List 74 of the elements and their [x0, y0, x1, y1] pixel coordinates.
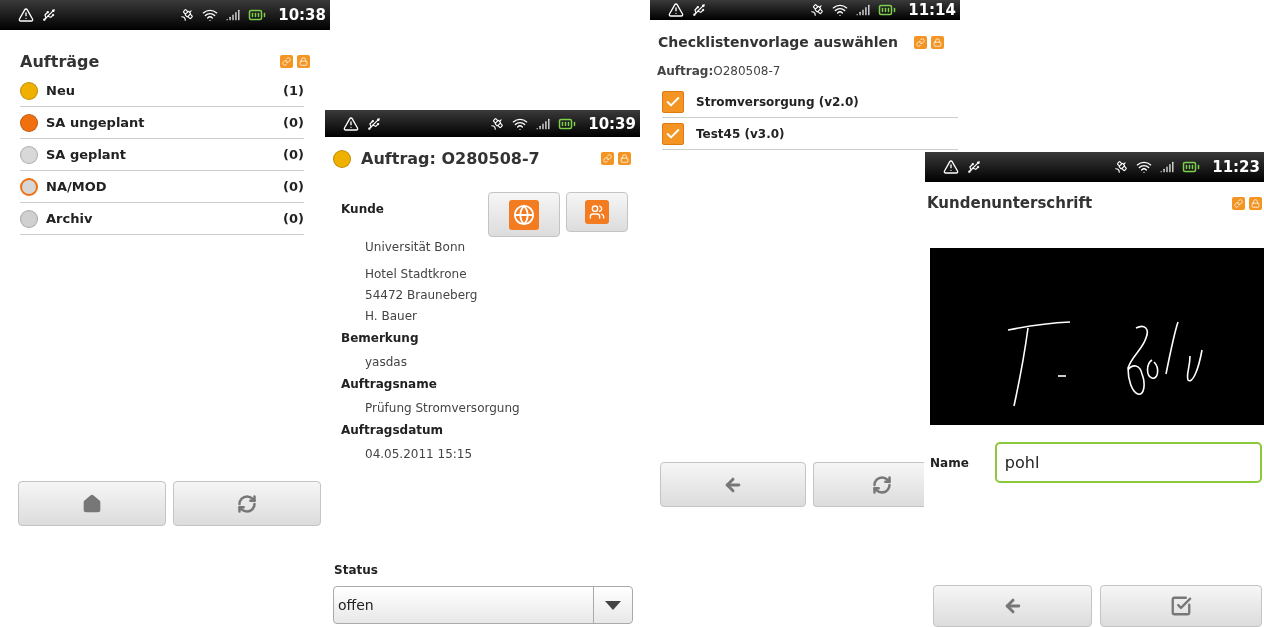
satellite-icon — [1114, 160, 1129, 174]
warning-icon — [18, 7, 34, 23]
checkbox[interactable] — [662, 90, 684, 113]
satellite-icon — [490, 116, 505, 131]
order-category-item[interactable]: Neu (1) — [20, 75, 304, 107]
usb-icon — [42, 8, 56, 22]
signal-icon — [1160, 160, 1175, 174]
order-category-item[interactable]: NA/MOD (0) — [20, 171, 304, 203]
field-value: H. Bauer — [365, 308, 418, 325]
lock-icon — [297, 55, 310, 68]
field-value: Universität Bonn — [365, 239, 467, 256]
order-category-item[interactable]: Archiv (0) — [20, 203, 304, 235]
link-icon — [601, 152, 614, 165]
lock-icon — [931, 35, 944, 49]
screen-title: Auftrag: O280508-7 — [361, 149, 540, 168]
back-button[interactable] — [660, 462, 806, 507]
order-category-item[interactable]: SA ungeplant (0) — [20, 107, 304, 139]
back-button[interactable] — [933, 585, 1092, 627]
field-value: yasdas — [365, 354, 408, 371]
field-label: Bemerkung — [341, 331, 419, 345]
field-value: 54472 Brauneberg — [365, 287, 479, 304]
field-value: Hotel Stadtkrone — [365, 266, 468, 283]
order-category-item[interactable]: SA geplant (0) — [20, 139, 304, 171]
home-icon — [82, 493, 102, 514]
satellite-icon — [180, 8, 195, 22]
caret-icon — [605, 600, 621, 610]
map-button[interactable] — [488, 192, 560, 237]
refresh-icon — [237, 493, 257, 514]
warning-icon — [668, 2, 684, 18]
lock-icon — [618, 152, 631, 165]
satellite-icon — [810, 3, 825, 17]
status-time: 11:23 — [1212, 158, 1260, 176]
screen-title: Aufträge — [20, 52, 100, 71]
field-value: Prüfung Stromversorgung — [365, 400, 521, 417]
screen-title: Kundenunterschrift — [927, 194, 1093, 212]
status-time: 11:14 — [908, 1, 956, 19]
checkbox[interactable] — [662, 122, 684, 145]
order-number: Auftrag:O280508-7 — [657, 64, 781, 78]
usb-icon — [967, 160, 981, 174]
usb-icon — [692, 3, 706, 17]
field-label: Kunde — [341, 202, 384, 216]
status-time: 10:39 — [588, 114, 636, 133]
globe-icon — [509, 199, 539, 230]
contacts-button[interactable] — [566, 192, 628, 232]
signal-icon — [536, 116, 551, 131]
checklist-item[interactable]: Stromversorgung (v2.0) — [662, 86, 958, 118]
wifi-icon — [202, 7, 219, 23]
link-icon — [280, 55, 293, 68]
status-time: 10:38 — [278, 6, 326, 24]
status-dropdown[interactable]: offen — [333, 586, 633, 624]
refresh-button[interactable] — [173, 481, 321, 526]
warning-icon — [943, 159, 959, 175]
signal-icon — [856, 3, 871, 17]
link-icon — [914, 35, 927, 49]
confirm-button[interactable] — [1100, 585, 1262, 627]
field-value: 04.05.2011 15:15 — [365, 446, 474, 463]
usb-icon — [367, 116, 381, 131]
checked-box-icon — [1170, 595, 1192, 617]
signal-icon — [226, 8, 241, 22]
name-input[interactable]: pohl — [994, 442, 1262, 483]
screen-title: Checklistenvorlage auswählen — [658, 34, 899, 50]
refresh-icon — [872, 474, 892, 495]
refresh-button[interactable] — [813, 462, 924, 507]
warning-icon — [343, 115, 359, 132]
field-label: Status — [334, 563, 378, 577]
field-label: Auftragsdatum — [341, 423, 443, 437]
home-button[interactable] — [18, 481, 166, 526]
checklist-item[interactable]: Test45 (v3.0) — [662, 118, 958, 150]
wifi-icon — [1136, 159, 1153, 175]
wifi-icon — [832, 2, 849, 18]
link-icon — [1232, 196, 1245, 210]
field-label: Name — [930, 455, 969, 470]
contacts-icon — [585, 200, 609, 224]
field-label: Auftragsname — [341, 377, 437, 391]
